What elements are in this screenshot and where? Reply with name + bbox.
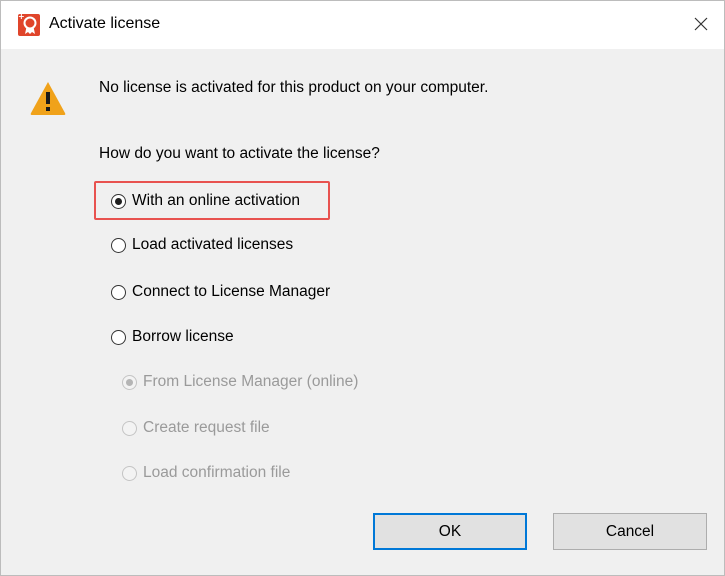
svg-text:+: + [18,12,25,21]
dialog-message: No license is activated for this product… [99,79,489,96]
radio-load-confirmation-file[interactable]: Load confirmation file [122,462,290,484]
title-bar: + Activate license [1,1,724,49]
cancel-button[interactable]: Cancel [553,513,707,550]
warning-icon [29,80,67,116]
radio-button[interactable] [111,284,126,300]
radio-borrow-license[interactable]: Borrow license [111,326,234,348]
radio-label: From License Manager (online) [143,373,359,390]
radio-label: Borrow license [132,328,234,345]
radio-label: Create request file [143,419,270,436]
radio-button[interactable] [111,329,126,345]
radio-button-disabled[interactable] [122,465,137,481]
radio-load-activated-licenses[interactable]: Load activated licenses [111,234,293,256]
radio-button-selected-disabled[interactable] [122,374,137,390]
radio-from-license-manager-online[interactable]: From License Manager (online) [122,371,358,393]
activate-license-dialog: + Activate license No license is activat… [0,0,725,576]
radio-connect-license-manager[interactable]: Connect to License Manager [111,281,330,303]
ok-button[interactable]: OK [373,513,527,550]
radio-create-request-file[interactable]: Create request file [122,417,270,439]
radio-button[interactable] [111,237,126,253]
close-icon [694,17,708,31]
window-title: Activate license [49,15,161,32]
radio-label: Load activated licenses [132,236,294,253]
dialog-question: How do you want to activate the license? [99,145,380,162]
radio-online-activation[interactable]: With an online activation [111,190,300,212]
radio-label: Load confirmation file [143,464,291,481]
app-license-icon: + [18,12,42,36]
radio-label: With an online activation [132,192,301,209]
radio-button-disabled[interactable] [122,420,137,436]
radio-button-selected[interactable] [111,193,126,209]
close-button[interactable] [678,1,724,47]
radio-label: Connect to License Manager [132,283,331,300]
